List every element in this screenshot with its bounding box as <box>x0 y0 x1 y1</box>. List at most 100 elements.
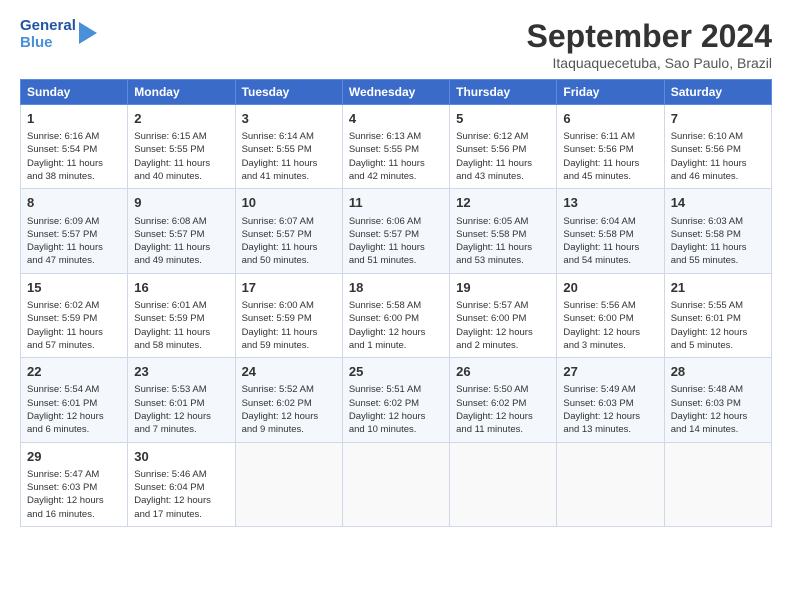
day-number: 4 <box>349 110 443 128</box>
day-info: Sunrise: 5:50 AM Sunset: 6:02 PM Dayligh… <box>456 383 550 436</box>
day-number: 12 <box>456 194 550 212</box>
day-number: 17 <box>242 279 336 297</box>
day-number: 15 <box>27 279 121 297</box>
day-info: Sunrise: 5:51 AM Sunset: 6:02 PM Dayligh… <box>349 383 443 436</box>
day-number: 22 <box>27 363 121 381</box>
day-info: Sunrise: 5:56 AM Sunset: 6:00 PM Dayligh… <box>563 299 657 352</box>
day-number: 20 <box>563 279 657 297</box>
calendar-cell: 23Sunrise: 5:53 AM Sunset: 6:01 PM Dayli… <box>128 358 235 442</box>
day-info: Sunrise: 6:11 AM Sunset: 5:56 PM Dayligh… <box>563 130 657 183</box>
day-number: 27 <box>563 363 657 381</box>
day-info: Sunrise: 6:03 AM Sunset: 5:58 PM Dayligh… <box>671 215 765 268</box>
day-info: Sunrise: 6:15 AM Sunset: 5:55 PM Dayligh… <box>134 130 228 183</box>
calendar-cell: 24 Sunrise: 5:52 AM Sunset: 6:02 PM Dayli… <box>235 358 342 442</box>
day-info: Sunrise: 6:02 AM Sunset: 5:59 PM Dayligh… <box>27 299 121 352</box>
calendar-week-row: 8Sunrise: 6:09 AM Sunset: 5:57 PM Daylig… <box>21 189 772 273</box>
day-number: 24 <box>242 363 336 381</box>
day-number: 29 <box>27 448 121 466</box>
day-info: Sunrise: 6:07 AM Sunset: 5:57 PM Dayligh… <box>242 215 336 268</box>
logo: General Blue <box>20 18 97 51</box>
calendar-week-row: 29Sunrise: 5:47 AM Sunset: 6:03 PM Dayli… <box>21 442 772 526</box>
day-number: 10 <box>242 194 336 212</box>
day-info: Sunrise: 5:52 AM Sunset: 6:02 PM Dayligh… <box>242 383 336 436</box>
day-info: Sunrise: 6:00 AM Sunset: 5:59 PM Dayligh… <box>242 299 336 352</box>
calendar-cell: 11Sunrise: 6:06 AM Sunset: 5:57 PM Dayli… <box>342 189 449 273</box>
day-info: Sunrise: 5:55 AM Sunset: 6:01 PM Dayligh… <box>671 299 765 352</box>
calendar-header-row: SundayMondayTuesdayWednesdayThursdayFrid… <box>21 80 772 105</box>
day-info: Sunrise: 6:12 AM Sunset: 5:56 PM Dayligh… <box>456 130 550 183</box>
day-of-week-monday: Monday <box>128 80 235 105</box>
day-number: 18 <box>349 279 443 297</box>
day-number: 9 <box>134 194 228 212</box>
calendar-cell <box>342 442 449 526</box>
day-info: Sunrise: 6:08 AM Sunset: 5:57 PM Dayligh… <box>134 215 228 268</box>
day-of-week-wednesday: Wednesday <box>342 80 449 105</box>
day-info: Sunrise: 6:09 AM Sunset: 5:57 PM Dayligh… <box>27 215 121 268</box>
calendar-cell: 8Sunrise: 6:09 AM Sunset: 5:57 PM Daylig… <box>21 189 128 273</box>
day-of-week-sunday: Sunday <box>21 80 128 105</box>
calendar-cell: 10 Sunrise: 6:07 AM Sunset: 5:57 PM Dayli… <box>235 189 342 273</box>
calendar-cell: 2 Sunrise: 6:15 AM Sunset: 5:55 PM Daylig… <box>128 105 235 189</box>
calendar-cell: 26 Sunrise: 5:50 AM Sunset: 6:02 PM Dayli… <box>450 358 557 442</box>
calendar-cell: 6 Sunrise: 6:11 AM Sunset: 5:56 PM Daylig… <box>557 105 664 189</box>
calendar-cell: 25Sunrise: 5:51 AM Sunset: 6:02 PM Dayli… <box>342 358 449 442</box>
day-info: Sunrise: 6:16 AM Sunset: 5:54 PM Dayligh… <box>27 130 121 183</box>
day-info: Sunrise: 5:54 AM Sunset: 6:01 PM Dayligh… <box>27 383 121 436</box>
day-info: Sunrise: 5:48 AM Sunset: 6:03 PM Dayligh… <box>671 383 765 436</box>
calendar-week-row: 22 Sunrise: 5:54 AM Sunset: 6:01 PM Dayli… <box>21 358 772 442</box>
calendar-cell: 16 Sunrise: 6:01 AM Sunset: 5:59 PM Dayli… <box>128 273 235 357</box>
calendar-cell: 29Sunrise: 5:47 AM Sunset: 6:03 PM Dayli… <box>21 442 128 526</box>
calendar-table: SundayMondayTuesdayWednesdayThursdayFrid… <box>20 79 772 527</box>
calendar-cell: 18 Sunrise: 5:58 AM Sunset: 6:00 PM Dayli… <box>342 273 449 357</box>
calendar-cell: 9 Sunrise: 6:08 AM Sunset: 5:57 PM Daylig… <box>128 189 235 273</box>
calendar-cell: 1 Sunrise: 6:16 AM Sunset: 5:54 PM Daylig… <box>21 105 128 189</box>
calendar-cell <box>557 442 664 526</box>
day-of-week-friday: Friday <box>557 80 664 105</box>
calendar-cell: 7 Sunrise: 6:10 AM Sunset: 5:56 PM Daylig… <box>664 105 771 189</box>
day-info: Sunrise: 6:01 AM Sunset: 5:59 PM Dayligh… <box>134 299 228 352</box>
calendar-week-row: 1 Sunrise: 6:16 AM Sunset: 5:54 PM Daylig… <box>21 105 772 189</box>
calendar-cell: 15 Sunrise: 6:02 AM Sunset: 5:59 PM Dayli… <box>21 273 128 357</box>
day-number: 21 <box>671 279 765 297</box>
day-of-week-saturday: Saturday <box>664 80 771 105</box>
day-number: 5 <box>456 110 550 128</box>
calendar-cell: 17 Sunrise: 6:00 AM Sunset: 5:59 PM Dayli… <box>235 273 342 357</box>
day-of-week-thursday: Thursday <box>450 80 557 105</box>
title-block: September 2024 Itaquaquecetuba, Sao Paul… <box>527 18 772 71</box>
day-number: 1 <box>27 110 121 128</box>
calendar-cell: 13Sunrise: 6:04 AM Sunset: 5:58 PM Dayli… <box>557 189 664 273</box>
day-number: 3 <box>242 110 336 128</box>
day-info: Sunrise: 5:53 AM Sunset: 6:01 PM Dayligh… <box>134 383 228 436</box>
calendar-cell <box>664 442 771 526</box>
calendar-cell: 21 Sunrise: 5:55 AM Sunset: 6:01 PM Dayli… <box>664 273 771 357</box>
calendar-cell: 30Sunrise: 5:46 AM Sunset: 6:04 PM Dayli… <box>128 442 235 526</box>
day-info: Sunrise: 5:58 AM Sunset: 6:00 PM Dayligh… <box>349 299 443 352</box>
day-info: Sunrise: 6:05 AM Sunset: 5:58 PM Dayligh… <box>456 215 550 268</box>
day-number: 16 <box>134 279 228 297</box>
logo-arrow-icon <box>79 22 97 44</box>
calendar-week-row: 15 Sunrise: 6:02 AM Sunset: 5:59 PM Dayli… <box>21 273 772 357</box>
calendar-cell: 28Sunrise: 5:48 AM Sunset: 6:03 PM Dayli… <box>664 358 771 442</box>
location: Itaquaquecetuba, Sao Paulo, Brazil <box>527 55 772 71</box>
calendar-cell: 12 Sunrise: 6:05 AM Sunset: 5:58 PM Dayli… <box>450 189 557 273</box>
day-number: 6 <box>563 110 657 128</box>
day-number: 2 <box>134 110 228 128</box>
day-info: Sunrise: 5:57 AM Sunset: 6:00 PM Dayligh… <box>456 299 550 352</box>
day-number: 19 <box>456 279 550 297</box>
month-title: September 2024 <box>527 18 772 55</box>
calendar-cell: 27Sunrise: 5:49 AM Sunset: 6:03 PM Dayli… <box>557 358 664 442</box>
calendar-cell: 22 Sunrise: 5:54 AM Sunset: 6:01 PM Dayli… <box>21 358 128 442</box>
day-number: 26 <box>456 363 550 381</box>
day-info: Sunrise: 6:14 AM Sunset: 5:55 PM Dayligh… <box>242 130 336 183</box>
day-number: 7 <box>671 110 765 128</box>
day-number: 11 <box>349 194 443 212</box>
calendar-cell: 14 Sunrise: 6:03 AM Sunset: 5:58 PM Dayli… <box>664 189 771 273</box>
day-of-week-tuesday: Tuesday <box>235 80 342 105</box>
day-info: Sunrise: 6:13 AM Sunset: 5:55 PM Dayligh… <box>349 130 443 183</box>
day-info: Sunrise: 6:10 AM Sunset: 5:56 PM Dayligh… <box>671 130 765 183</box>
calendar-cell: 20 Sunrise: 5:56 AM Sunset: 6:00 PM Dayli… <box>557 273 664 357</box>
calendar-cell: 4 Sunrise: 6:13 AM Sunset: 5:55 PM Daylig… <box>342 105 449 189</box>
day-number: 14 <box>671 194 765 212</box>
calendar-cell <box>235 442 342 526</box>
logo-line2: Blue <box>20 35 76 52</box>
